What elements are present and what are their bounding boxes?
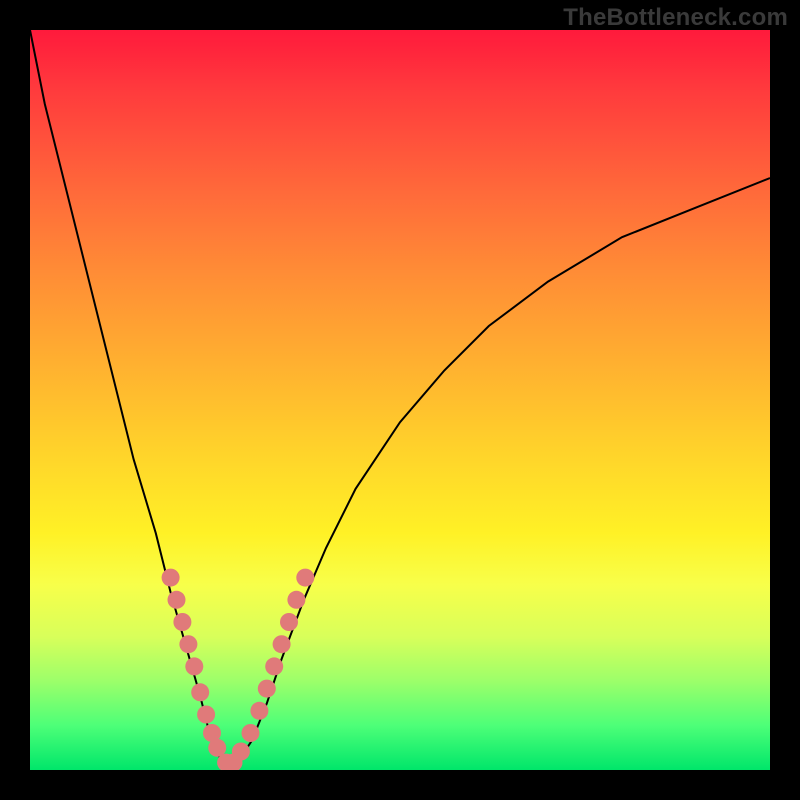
highlight-dot: [273, 635, 291, 653]
highlight-dot: [162, 569, 180, 587]
chart-svg: [30, 30, 770, 770]
highlight-dot: [287, 591, 305, 609]
watermark-text: TheBottleneck.com: [563, 4, 788, 32]
plot-area: [30, 30, 770, 770]
highlight-dot: [242, 724, 260, 742]
highlight-dot: [179, 635, 197, 653]
highlight-dots: [162, 569, 315, 770]
highlight-dot: [232, 743, 250, 761]
highlight-dot: [296, 569, 314, 587]
highlight-dot: [250, 702, 268, 720]
chart-canvas: TheBottleneck.com: [0, 0, 800, 800]
highlight-dot: [168, 591, 186, 609]
highlight-dot: [197, 706, 215, 724]
highlight-dot: [173, 613, 191, 631]
bottleneck-curve: [30, 30, 770, 770]
highlight-dot: [191, 683, 209, 701]
highlight-dot: [258, 680, 276, 698]
highlight-dot: [265, 657, 283, 675]
highlight-dot: [280, 613, 298, 631]
highlight-dot: [185, 657, 203, 675]
